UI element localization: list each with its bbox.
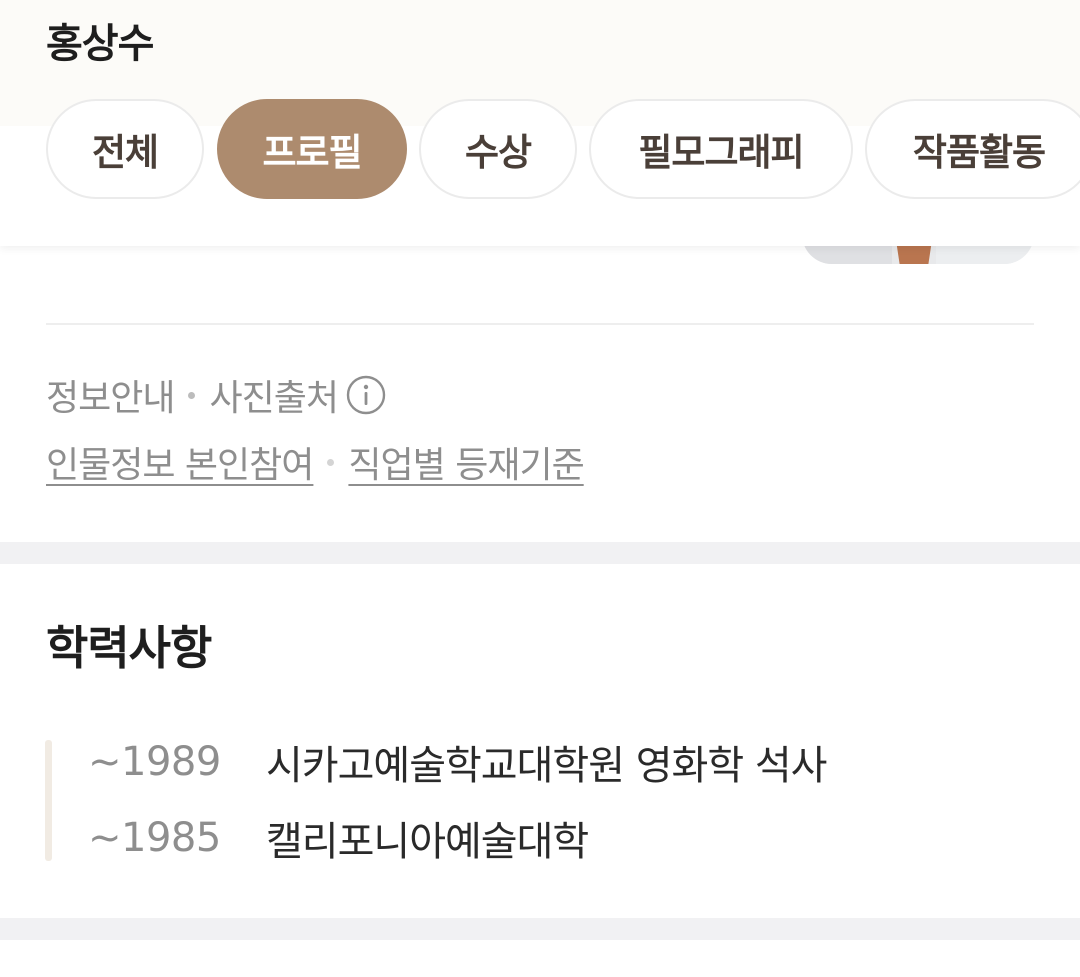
- info-links: 인물정보 본인참여 직업별 등재기준: [46, 436, 585, 488]
- education-year: ~1985: [88, 815, 221, 861]
- tab-works[interactable]: 작품활동: [865, 99, 1080, 199]
- listing-criteria-link[interactable]: 직업별 등재기준: [348, 436, 584, 488]
- info-guide-label[interactable]: 정보안내: [46, 369, 175, 421]
- photo-source-label[interactable]: 사진출처: [209, 369, 338, 421]
- page-title: 홍상수: [46, 21, 154, 67]
- info-icon[interactable]: [346, 375, 386, 415]
- education-year: ~1989: [88, 739, 221, 785]
- education-title: 학력사항: [46, 621, 212, 675]
- divider: [46, 323, 1034, 325]
- separator-dot: [327, 458, 335, 466]
- section-gap: [0, 542, 1080, 564]
- education-timeline-bar: [45, 740, 52, 861]
- tab-awards[interactable]: 수상: [419, 99, 577, 199]
- tab-all[interactable]: 전체: [46, 99, 204, 199]
- info-line: 정보안내 사진출처: [46, 370, 386, 420]
- tab-profile[interactable]: 프로필: [217, 99, 407, 199]
- education-desc: 시카고예술학교대학원 영화학 석사: [266, 743, 827, 789]
- education-desc: 캘리포니아예술대학: [266, 819, 589, 865]
- section-gap: [0, 918, 1080, 940]
- education-entry: ~1985 캘리포니아예술대학: [88, 810, 589, 866]
- sticky-header: 홍상수 전체 프로필 수상 필모그래피 작품활동: [0, 0, 1080, 246]
- self-participation-link[interactable]: 인물정보 본인참여: [46, 436, 314, 488]
- tab-bar: 전체 프로필 수상 필모그래피 작품활동: [46, 99, 1080, 203]
- education-entry: ~1989 시카고예술학교대학원 영화학 석사: [88, 734, 827, 790]
- separator-dot: [188, 391, 196, 399]
- tab-filmography[interactable]: 필모그래피: [589, 99, 853, 199]
